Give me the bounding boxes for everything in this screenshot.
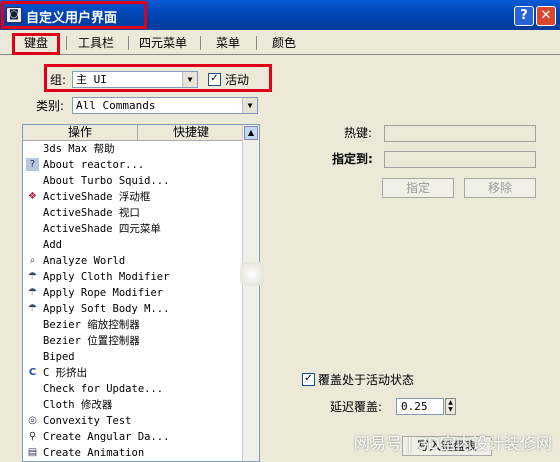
list-item[interactable]: ▤ Create Animation — [23, 445, 243, 461]
tab-menus[interactable]: 菜单 — [206, 34, 250, 52]
list-item[interactable]: About Turbo Squid... — [23, 173, 243, 189]
list-item[interactable]: ◎ Convexity Test — [23, 413, 243, 429]
animation-icon: ▤ — [27, 447, 38, 458]
column-header-shortcut[interactable]: 快捷键 — [137, 125, 244, 141]
watermark: 网易号 | 3D室内设计装修网 — [353, 434, 552, 453]
tab-divider — [66, 36, 67, 50]
blank-icon — [26, 398, 39, 411]
assign-button[interactable]: 指定 — [382, 178, 454, 198]
list-item[interactable]: ActiveShade 视口 — [23, 205, 243, 221]
list-item-label: Add — [43, 239, 62, 251]
softbody-icon: ☂ — [28, 303, 37, 314]
list-item-label: ActiveShade 视口 — [43, 207, 140, 219]
category-dropdown[interactable]: All Commands ▼ — [72, 97, 258, 114]
highlight-group — [44, 64, 272, 92]
list-item-label: Bezier 位置控制器 — [43, 335, 140, 347]
chevron-down-icon[interactable]: ▼ — [242, 98, 257, 113]
override-checkbox[interactable]: ✓ — [302, 373, 315, 386]
list-item[interactable]: Check for Update... — [23, 381, 243, 397]
list-item-label: Apply Cloth Modifier — [43, 271, 170, 283]
rope-icon: ☂ — [28, 287, 37, 298]
blank-icon — [26, 142, 39, 155]
analyze-icon: ⌕ — [29, 255, 36, 266]
list-item[interactable]: ? About reactor... — [23, 157, 243, 173]
list-item[interactable]: ☂ Apply Cloth Modifier — [23, 269, 243, 285]
list-item[interactable]: Bezier 缩放控制器 — [23, 317, 243, 333]
list-item-label: Apply Rope Modifier — [43, 287, 164, 299]
blank-icon — [26, 382, 39, 395]
column-header-action[interactable]: 操作 — [23, 125, 137, 141]
list-item[interactable]: Biped — [23, 349, 243, 365]
blank-icon — [26, 222, 39, 235]
list-item-label: Analyze World — [43, 255, 126, 267]
cursor-artifact — [240, 262, 264, 286]
help-icon: ? — [26, 158, 39, 171]
list-item-label: About reactor... — [43, 159, 145, 171]
list-item-label: 3ds Max 帮助 — [43, 143, 115, 155]
list-item-label: Convexity Test — [43, 415, 132, 427]
remove-button[interactable]: 移除 — [464, 178, 536, 198]
list-item-label: ActiveShade 浮动框 — [43, 191, 151, 203]
list-item[interactable]: Cloth 修改器 — [23, 397, 243, 413]
list-item[interactable]: ⚲ Create Angular Da... — [23, 429, 243, 445]
highlight-title — [1, 1, 147, 29]
blank-icon — [26, 174, 39, 187]
category-value: All Commands — [76, 99, 156, 112]
c-extrude-icon: C — [28, 367, 37, 378]
list-item-label: About Turbo Squid... — [43, 175, 170, 187]
list-item[interactable]: ❖ ActiveShade 浮动框 — [23, 189, 243, 205]
list-item-label: Create Animation — [43, 447, 145, 459]
list-item[interactable]: ActiveShade 四元菜单 — [23, 221, 243, 237]
hotkey-label: 热键: — [344, 126, 373, 140]
scroll-up-icon[interactable]: ▲ — [244, 126, 258, 140]
hotkey-field[interactable] — [384, 125, 536, 142]
delay-label: 延迟覆盖: — [330, 400, 383, 414]
delay-spinner[interactable]: ▲ ▼ — [445, 398, 456, 415]
action-rows: 3ds Max 帮助 ? About reactor... About Turbo… — [23, 141, 243, 461]
blank-icon — [26, 206, 39, 219]
tab-divider — [128, 36, 129, 50]
angular-icon: ⚲ — [28, 431, 37, 442]
blank-icon — [26, 350, 39, 363]
assigned-to-label: 指定到: — [332, 152, 373, 166]
list-item-label: Check for Update... — [43, 383, 164, 395]
list-item[interactable]: ⌕ Analyze World — [23, 253, 243, 269]
category-label: 类别: — [36, 99, 65, 113]
tab-quad-menus[interactable]: 四元菜单 — [134, 34, 192, 52]
list-item[interactable]: Bezier 位置控制器 — [23, 333, 243, 349]
list-item-label: Biped — [43, 351, 75, 363]
activeshade-icon: ❖ — [28, 191, 37, 202]
action-list[interactable]: 操作 快捷键 3ds Max 帮助 ? About reactor... Abou… — [22, 124, 260, 462]
list-item-label: Create Angular Da... — [43, 431, 170, 443]
blank-icon — [26, 238, 39, 251]
blank-icon — [26, 334, 39, 347]
blank-icon — [26, 318, 39, 331]
tab-divider — [256, 36, 257, 50]
list-item-label: Apply Soft Body M... — [43, 303, 170, 315]
list-item[interactable]: Add — [23, 237, 243, 253]
list-item-label: C 形挤出 — [43, 367, 88, 379]
list-scrollbar[interactable]: ▲ — [242, 125, 259, 461]
convexity-icon: ◎ — [28, 415, 37, 426]
delay-input[interactable]: 0.25 — [396, 398, 444, 415]
list-item[interactable]: 3ds Max 帮助 — [23, 141, 243, 157]
override-label: 覆盖处于活动状态 — [318, 373, 415, 387]
tab-colors[interactable]: 颜色 — [262, 34, 306, 52]
highlight-tab — [12, 33, 60, 55]
list-item[interactable]: ☂ Apply Rope Modifier — [23, 285, 243, 301]
list-item-label: Bezier 缩放控制器 — [43, 319, 140, 331]
tab-toolbars[interactable]: 工具栏 — [72, 34, 120, 52]
list-item[interactable]: ☂ Apply Soft Body M... — [23, 301, 243, 317]
help-button[interactable]: ? — [514, 6, 534, 26]
tab-strip: 键盘 工具栏 四元菜单 菜单 颜色 — [0, 30, 560, 55]
cloth-icon: ☂ — [28, 271, 37, 282]
close-button[interactable]: ✕ — [536, 6, 556, 26]
list-item-label: ActiveShade 四元菜单 — [43, 223, 161, 235]
list-item-label: Cloth 修改器 — [43, 399, 113, 411]
assigned-to-field[interactable] — [384, 151, 536, 168]
tab-divider — [200, 36, 201, 50]
list-item[interactable]: C C 形挤出 — [23, 365, 243, 381]
